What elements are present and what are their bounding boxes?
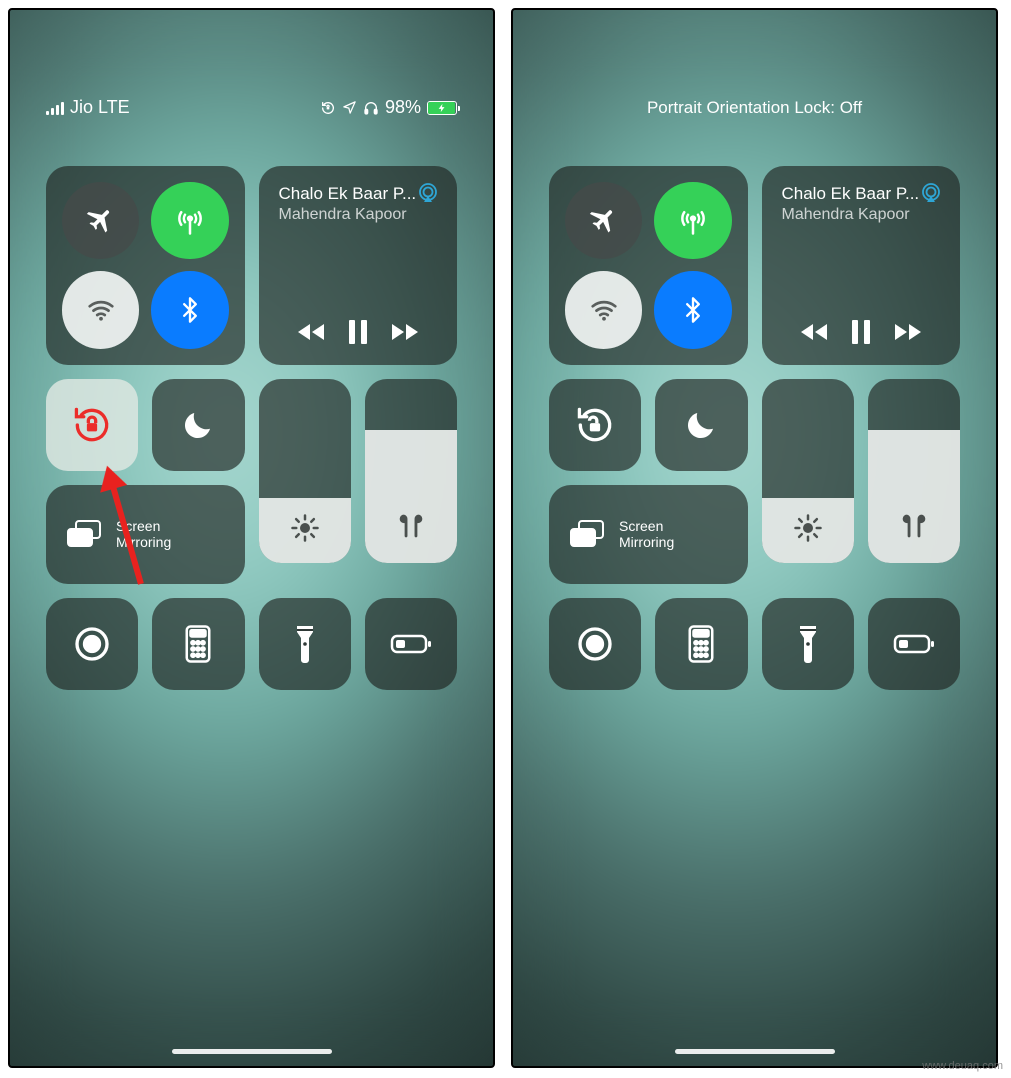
rewind-button[interactable] <box>798 320 830 344</box>
orientation-unlock-icon <box>573 403 617 447</box>
low-power-mode-button[interactable] <box>868 598 960 690</box>
airplane-icon <box>86 206 116 236</box>
carrier-label: Jio LTE <box>70 97 130 118</box>
flashlight-button[interactable] <box>259 598 351 690</box>
pause-button[interactable] <box>850 319 872 345</box>
bluetooth-toggle[interactable] <box>654 271 731 348</box>
do-not-disturb-toggle[interactable] <box>655 379 747 471</box>
flashlight-icon <box>797 624 819 664</box>
screen-record-button[interactable] <box>549 598 641 690</box>
home-indicator[interactable] <box>172 1049 332 1054</box>
brightness-icon <box>290 513 320 543</box>
cellular-data-toggle[interactable] <box>654 182 731 259</box>
screenshot-right: Portrait Orientation Lock: Off <box>511 8 998 1068</box>
flashlight-button[interactable] <box>762 598 854 690</box>
pause-button[interactable] <box>347 319 369 345</box>
antenna-icon <box>678 206 708 236</box>
orientation-lock-icon <box>70 403 114 447</box>
brightness-slider[interactable] <box>762 379 854 564</box>
location-icon <box>342 100 357 115</box>
wifi-toggle[interactable] <box>565 271 642 348</box>
airplane-mode-toggle[interactable] <box>62 182 139 259</box>
volume-slider[interactable] <box>365 379 457 564</box>
forward-button[interactable] <box>389 320 421 344</box>
media-module[interactable]: Chalo Ek Baar P... Mahendra Kapoor <box>259 166 458 365</box>
bluetooth-icon <box>679 296 707 324</box>
airplay-icon <box>919 181 943 205</box>
screen-record-icon <box>575 624 615 664</box>
airplay-button[interactable] <box>415 180 441 206</box>
do-not-disturb-toggle[interactable] <box>152 379 244 471</box>
battery-percent-label: 98% <box>385 97 421 118</box>
source-watermark: www.deuaq.com <box>922 1060 1003 1072</box>
charging-bolt-icon <box>437 103 447 113</box>
screen-mirroring-button[interactable]: Screen Mirroring <box>46 485 245 584</box>
wifi-toggle[interactable] <box>62 271 139 348</box>
orientation-lock-toggle[interactable] <box>46 379 138 471</box>
forward-button[interactable] <box>892 320 924 344</box>
bluetooth-toggle[interactable] <box>151 271 228 348</box>
screen-mirroring-button[interactable]: Screen Mirroring <box>549 485 748 584</box>
volume-slider[interactable] <box>868 379 960 564</box>
screenshot-left: Jio LTE 98% <box>8 8 495 1068</box>
home-indicator[interactable] <box>675 1049 835 1054</box>
moon-icon <box>683 407 719 443</box>
calculator-button[interactable] <box>655 598 747 690</box>
screen-mirroring-label: Screen Mirroring <box>619 518 674 552</box>
media-title: Chalo Ek Baar P... <box>782 184 941 204</box>
moon-icon <box>180 407 216 443</box>
media-title: Chalo Ek Baar P... <box>279 184 438 204</box>
antenna-icon <box>175 206 205 236</box>
connectivity-module <box>549 166 748 365</box>
airpods-icon <box>394 509 428 543</box>
airplay-button[interactable] <box>918 180 944 206</box>
media-artist: Mahendra Kapoor <box>279 206 438 224</box>
status-bar: Jio LTE 98% <box>46 10 457 130</box>
airpods-icon <box>897 509 931 543</box>
brightness-slider[interactable] <box>259 379 351 564</box>
headphones-icon <box>363 100 379 116</box>
battery-outline-icon <box>893 632 935 656</box>
bluetooth-icon <box>176 296 204 324</box>
airplay-icon <box>416 181 440 205</box>
calculator-icon <box>183 625 213 663</box>
wifi-icon <box>589 295 619 325</box>
screen-record-icon <box>72 624 112 664</box>
cellular-data-toggle[interactable] <box>151 182 228 259</box>
connectivity-module <box>46 166 245 365</box>
calculator-button[interactable] <box>152 598 244 690</box>
battery-outline-icon <box>390 632 432 656</box>
media-module[interactable]: Chalo Ek Baar P... Mahendra Kapoor <box>762 166 961 365</box>
airplane-mode-toggle[interactable] <box>565 182 642 259</box>
screen-mirroring-icon <box>569 519 605 549</box>
screen-record-button[interactable] <box>46 598 138 690</box>
status-title: Portrait Orientation Lock: Off <box>549 98 960 118</box>
orientation-lock-toggle[interactable] <box>549 379 641 471</box>
flashlight-icon <box>294 624 316 664</box>
brightness-icon <box>793 513 823 543</box>
rewind-button[interactable] <box>295 320 327 344</box>
status-bar: Portrait Orientation Lock: Off <box>549 10 960 130</box>
media-artist: Mahendra Kapoor <box>782 206 941 224</box>
airplane-icon <box>589 206 619 236</box>
orientation-lock-indicator-icon <box>320 100 336 116</box>
cellular-signal-icon <box>46 101 64 115</box>
screen-mirroring-icon <box>66 519 102 549</box>
calculator-icon <box>686 625 716 663</box>
low-power-mode-button[interactable] <box>365 598 457 690</box>
battery-icon <box>427 101 457 115</box>
wifi-icon <box>86 295 116 325</box>
